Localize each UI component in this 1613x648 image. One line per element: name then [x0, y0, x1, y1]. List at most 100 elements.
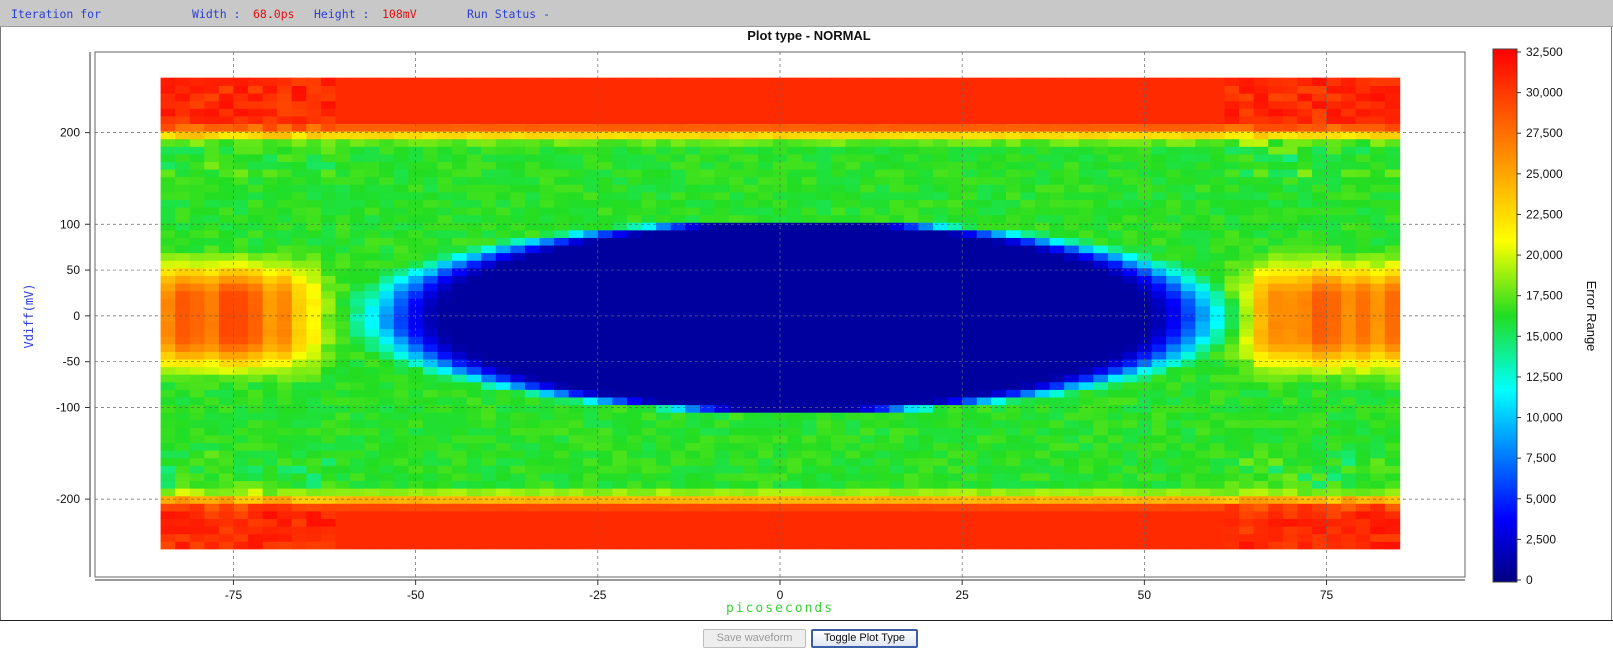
heatmap-cell: [277, 305, 293, 314]
heatmap-cell: [714, 221, 730, 231]
heatmap-cell: [1297, 434, 1313, 444]
heatmap-cell: [1064, 442, 1080, 451]
heatmap-cell: [320, 305, 337, 314]
heatmap-cell: [495, 358, 512, 368]
heatmap-cell: [437, 92, 453, 102]
heatmap-cell: [218, 381, 235, 390]
heatmap-cell: [728, 495, 745, 504]
heatmap-cell: [218, 541, 235, 550]
heatmap-cell: [277, 206, 293, 216]
heatmap-cell: [1224, 275, 1240, 284]
heatmap-cell: [291, 419, 308, 428]
heatmap-cell: [787, 305, 803, 314]
heatmap-cell: [568, 335, 585, 345]
heatmap-cell: [554, 335, 570, 345]
heatmap-cell: [1005, 92, 1022, 102]
heatmap-cell: [626, 221, 643, 231]
heatmap-cell: [437, 221, 453, 231]
heatmap-cell: [320, 487, 337, 497]
heatmap-cell: [1166, 419, 1182, 428]
heatmap-cell: [845, 373, 861, 383]
heatmap-cell: [1049, 183, 1066, 193]
heatmap-cell: [1282, 108, 1299, 117]
heatmap-cell: [933, 214, 949, 223]
heatmap-cell: [685, 381, 701, 390]
heatmap-cell: [976, 183, 993, 193]
heatmap-cell: [1005, 366, 1022, 375]
heatmap-cell: [1122, 487, 1138, 497]
heatmap-cell: [874, 328, 891, 337]
heatmap-cell: [1268, 480, 1284, 489]
heatmap-cell: [728, 328, 745, 337]
heatmap-cell: [277, 343, 293, 352]
heatmap-cell: [160, 146, 176, 155]
heatmap-cell: [1195, 472, 1211, 482]
heatmap-cell: [626, 533, 643, 542]
heatmap-cell: [889, 176, 905, 185]
heatmap-cell: [1224, 206, 1240, 216]
heatmap-cell: [466, 389, 483, 398]
heatmap-cell: [976, 237, 993, 246]
heatmap-cell: [481, 259, 497, 269]
heatmap-cell: [1224, 153, 1240, 163]
heatmap-cell: [845, 206, 861, 216]
heatmap-cell: [1151, 472, 1168, 482]
heatmap-cell: [481, 297, 497, 307]
heatmap-cell: [1107, 328, 1124, 337]
heatmap-cell: [291, 297, 308, 307]
heatmap-cell: [612, 229, 628, 238]
heatmap-cell: [1064, 419, 1080, 428]
heatmap-cell: [1239, 487, 1255, 497]
heatmap-cell: [320, 85, 337, 94]
heatmap-cell: [1093, 214, 1109, 223]
heatmap-cell: [641, 267, 657, 276]
heatmap-cell: [626, 381, 643, 390]
heatmap-cell: [262, 153, 278, 163]
heatmap-cell: [962, 275, 978, 284]
heatmap-cell: [1093, 77, 1109, 87]
heatmap-cell: [918, 229, 934, 238]
heatmap-cell: [481, 77, 497, 87]
heatmap-cell: [874, 297, 891, 307]
heatmap-cell: [1064, 92, 1080, 102]
heatmap-cell: [1180, 206, 1197, 216]
heatmap-cell: [393, 138, 410, 147]
heatmap-cell: [1035, 358, 1051, 368]
heatmap-cell: [656, 100, 672, 109]
heatmap-cell: [1282, 244, 1299, 254]
heatmap-cell: [1020, 259, 1036, 269]
heatmap-cell: [801, 343, 818, 352]
heatmap-cell: [1122, 480, 1138, 489]
heatmap-cell: [831, 297, 847, 307]
heatmap-cell: [641, 108, 657, 117]
heatmap-cell: [933, 487, 949, 497]
heatmap-cell: [1224, 533, 1240, 542]
heatmap-cell: [612, 77, 628, 87]
heatmap-cell: [1311, 465, 1328, 474]
heatmap-cell: [597, 503, 614, 512]
heatmap-cell: [1224, 495, 1240, 504]
heatmap-cell: [481, 525, 497, 535]
heatmap-cell: [728, 487, 745, 497]
heatmap-cell: [772, 396, 789, 406]
heatmap-cell: [597, 176, 614, 185]
heatmap-cell: [524, 396, 541, 406]
heatmap-cell: [408, 237, 424, 246]
heatmap-cell: [1005, 487, 1022, 497]
heatmap-cell: [189, 130, 206, 140]
heatmap-cell: [350, 176, 366, 185]
heatmap-cell: [962, 442, 978, 451]
heatmap-cell: [947, 206, 963, 216]
heatmap-cell: [1064, 389, 1080, 398]
heatmap-cell: [277, 480, 293, 489]
heatmap-cell: [350, 427, 366, 436]
heatmap-cell: [903, 176, 920, 185]
heatmap-cell: [772, 320, 789, 330]
heatmap-cell: [1195, 297, 1211, 307]
heatmap-cell: [1093, 313, 1109, 322]
heatmap-cell: [1005, 434, 1022, 444]
heatmap-cell: [1049, 305, 1066, 314]
heatmap-cell: [816, 115, 832, 125]
heatmap-cell: [291, 267, 308, 276]
heatmap-cell: [1064, 275, 1080, 284]
